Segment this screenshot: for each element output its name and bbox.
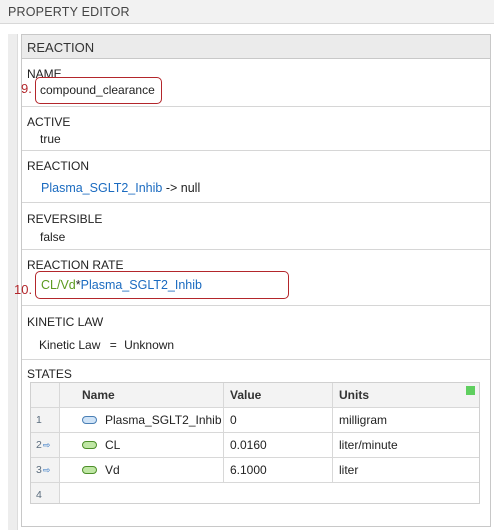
reaction-rate-field[interactable]: CL/Vd*Plasma_SGLT2_Inhib (41, 278, 202, 292)
status-indicator-icon (466, 386, 475, 395)
kinetic-law-section: KINETIC LAW Kinetic Law = Unknown (22, 306, 490, 360)
state-value-cell[interactable]: 0 (224, 408, 332, 432)
table-row[interactable]: 2⇨ CL 0.0160 liter/minute (31, 433, 479, 457)
parameter-icon (82, 440, 97, 449)
row-number: 1 (31, 408, 60, 432)
row-number: 2⇨ (31, 433, 60, 457)
state-value-cell[interactable]: 6.1000 (224, 458, 332, 482)
name-section: NAME compound_clearance (22, 59, 490, 107)
empty-row-cell[interactable] (61, 483, 479, 503)
link-icon: ⇨ (42, 440, 51, 450)
state-value-cell[interactable]: 0.0160 (224, 433, 332, 457)
state-units-cell[interactable]: milligram (333, 408, 479, 432)
annotation-9: 9. (21, 81, 32, 96)
reaction-rate-label: REACTION RATE (27, 258, 124, 272)
kinetic-law-label: KINETIC LAW (27, 315, 104, 329)
corner-cell (31, 383, 60, 407)
active-label: ACTIVE (27, 115, 71, 129)
kinetic-law-key: Kinetic Law (39, 338, 101, 352)
reaction-rest: -> null (162, 181, 201, 195)
link-icon: ⇨ (42, 465, 51, 475)
table-row[interactable]: 4 (31, 483, 479, 503)
states-label: STATES (27, 367, 72, 381)
states-header-row: Name Value Units (31, 383, 479, 407)
state-name-cell[interactable]: Vd (61, 458, 223, 482)
reversible-section: REVERSIBLE false (22, 203, 490, 250)
active-value[interactable]: true (40, 132, 61, 146)
reaction-section: REACTION Plasma_SGLT2_Inhib -> null (22, 151, 490, 203)
row-number: 4 (31, 483, 60, 503)
state-units-cell[interactable]: liter/minute (333, 433, 479, 457)
kinetic-law-row[interactable]: Kinetic Law = Unknown (39, 338, 174, 352)
kinetic-law-value: Unknown (124, 338, 175, 352)
name-field[interactable]: compound_clearance (40, 83, 155, 97)
reaction-species-link[interactable]: Plasma_SGLT2_Inhib (41, 181, 162, 195)
state-name-cell[interactable]: Plasma_SGLT2_Inhib (61, 408, 223, 432)
reversible-label: REVERSIBLE (27, 212, 103, 226)
states-table: Name Value Units 1 Plasma_SGLT2_Inhib 0 … (30, 382, 480, 504)
col-header-value[interactable]: Value (224, 383, 332, 407)
reaction-equation[interactable]: Plasma_SGLT2_Inhib -> null (41, 181, 200, 195)
table-row[interactable]: 3⇨ Vd 6.1000 liter (31, 458, 479, 482)
reversible-value[interactable]: false (40, 230, 65, 244)
states-section: STATES Name Value Units 1 Plasma_SGLT2_I… (22, 360, 490, 510)
row-number: 3⇨ (31, 458, 60, 482)
panel-header: REACTION (22, 35, 490, 59)
table-row[interactable]: 1 Plasma_SGLT2_Inhib 0 milligram (31, 408, 479, 432)
rate-species-link[interactable]: Plasma_SGLT2_Inhib (81, 278, 202, 292)
reaction-rate-section: REACTION RATE CL/Vd*Plasma_SGLT2_Inhib (22, 250, 490, 306)
reaction-panel: REACTION NAME compound_clearance ACTIVE … (21, 34, 491, 527)
rate-params: CL/Vd (41, 278, 76, 292)
state-name-cell[interactable]: CL (61, 433, 223, 457)
col-header-units[interactable]: Units (333, 383, 479, 407)
species-icon (82, 415, 97, 424)
active-section: ACTIVE true (22, 107, 490, 151)
col-header-name[interactable]: Name (61, 383, 223, 407)
property-editor-title: PROPERTY EDITOR (0, 0, 494, 24)
kinetic-law-eq: = (109, 338, 117, 352)
parameter-icon (82, 465, 97, 474)
state-units-cell[interactable]: liter (333, 458, 479, 482)
reaction-label: REACTION (27, 159, 90, 173)
annotation-10: 10. (14, 282, 33, 297)
